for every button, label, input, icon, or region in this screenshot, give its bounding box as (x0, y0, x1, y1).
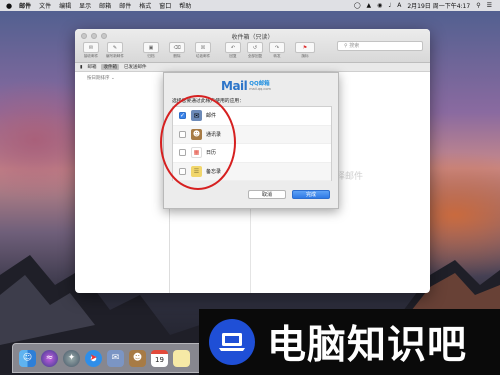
laptop-glyph (219, 333, 245, 351)
favorites-sent[interactable]: 已发送邮件 (124, 64, 147, 70)
menu-window[interactable]: 窗口 (159, 1, 171, 10)
delete-button[interactable]: ⌫ (169, 42, 185, 53)
reply-all-button[interactable]: ↺ (247, 42, 263, 53)
menu-edit[interactable]: 编辑 (59, 1, 71, 10)
contacts-dock-icon[interactable]: ☻ (129, 349, 146, 367)
menu-mailbox[interactable]: 邮箱 (99, 1, 111, 10)
menu-mail[interactable]: 邮件 (19, 1, 31, 10)
favorites-bar: ▮ 邮箱 收件箱 已发送邮件 (75, 63, 430, 72)
bluetooth-icon[interactable]: ▲ (367, 2, 372, 9)
chevron-down-icon: ⌄ (110, 76, 115, 81)
input-source-icon[interactable]: A (397, 2, 401, 9)
dock: ☺ ≈ ✦ ➤ ✉ ☻ 19 (12, 343, 208, 373)
launchpad-icon[interactable]: ✦ (63, 349, 80, 367)
trash-icon: ⌫ (173, 44, 181, 51)
reply-all-icon: ↺ (252, 44, 258, 51)
safari-icon[interactable]: ➤ (85, 349, 102, 367)
envelope-icon: ✉ (88, 44, 94, 51)
menu-view[interactable]: 显示 (79, 1, 91, 10)
reply-icon: ↶ (230, 44, 236, 51)
search-field-icon: ⚲ (344, 43, 348, 49)
wechat-icon[interactable]: ◯ (354, 2, 361, 9)
search-icon[interactable]: ⚲ (476, 2, 480, 9)
junk-button[interactable]: ☒ (195, 42, 211, 53)
cancel-button[interactable]: 取消 (248, 190, 286, 199)
menu-format[interactable]: 格式 (139, 1, 151, 10)
volume-icon[interactable]: ♩ (388, 2, 391, 9)
flag-icon: ⚑ (302, 44, 308, 51)
archive-label: 归档 (147, 54, 155, 58)
favorites-inbox[interactable]: 收件箱 (101, 64, 119, 70)
siri-icon[interactable]: ≈ (41, 349, 58, 367)
menu-bar: ● 邮件 文件 编辑 显示 邮箱 邮件 格式 窗口 帮助 ◯ ▲ ◉ ♩ A 2… (0, 0, 500, 11)
sidebar-toggle-icon[interactable]: ▮ (80, 65, 82, 70)
logo-url: mail.qq.com (249, 87, 271, 91)
reply-button[interactable]: ↶ (225, 42, 241, 53)
sort-control[interactable]: 按日期排序 ⌄ (75, 72, 169, 81)
wifi-icon[interactable]: ◉ (377, 2, 382, 9)
compose-button[interactable]: ✎ (107, 42, 123, 53)
calendar-day: 19 (155, 356, 164, 364)
flag-label: 旗标 (301, 54, 309, 58)
compose-icon: ✎ (112, 44, 118, 51)
status-area: ◯ ▲ ◉ ♩ A 2月19日 周一下午4:17 ⚲ ☰ (348, 1, 500, 10)
finder-icon[interactable]: ☺ (19, 349, 36, 367)
annotation-ellipse (160, 95, 236, 190)
compose-label: 编写新邮件 (106, 54, 124, 58)
logo-mark: Mail (221, 79, 248, 93)
favorites-mailboxes[interactable]: 邮箱 (87, 64, 96, 70)
junk-label: 垃圾邮件 (195, 54, 211, 58)
apple-icon[interactable]: ● (6, 2, 12, 10)
junk-icon: ☒ (200, 44, 206, 51)
qq-mail-logo: Mail QQ邮箱 mail.qq.com (221, 79, 271, 93)
notes-dock-icon[interactable] (173, 349, 190, 367)
menu-list-icon[interactable]: ☰ (487, 2, 492, 9)
forward-icon: ↷ (274, 44, 280, 51)
forward-button[interactable]: ↷ (269, 42, 285, 53)
window-titlebar: 收件箱（只读） ✉ 接收邮件 ✎ 编写新邮件 ▣ 归档 ⌫ 删除 ☒ 垃圾邮件 … (75, 29, 430, 63)
menu-help[interactable]: 帮助 (179, 1, 191, 10)
watermark-banner: 电脑知识吧 (199, 309, 500, 375)
delete-label: 删除 (173, 54, 181, 58)
clock[interactable]: 2月19日 周一下午4:17 (407, 1, 470, 10)
get-mail-button[interactable]: ✉ (83, 42, 99, 53)
search-field[interactable]: ⚲ 搜索 (337, 41, 423, 51)
search-placeholder: 搜索 (349, 43, 360, 49)
sort-label: 按日期排序 (87, 76, 110, 81)
archive-icon: ▣ (148, 44, 154, 51)
calendar-dock-icon[interactable]: 19 (151, 349, 168, 367)
forward-label: 转发 (273, 54, 281, 58)
mail-icon[interactable]: ✉ (107, 349, 124, 367)
laptop-icon (209, 319, 255, 365)
menu-message[interactable]: 邮件 (119, 1, 131, 10)
flag-button[interactable]: ⚑ (295, 42, 315, 53)
window-title: 收件箱（只读） (231, 34, 274, 41)
message-list[interactable]: 按日期排序 ⌄ (75, 72, 170, 293)
watermark-text: 电脑知识吧 (267, 323, 468, 368)
archive-button[interactable]: ▣ (143, 42, 159, 53)
done-button[interactable]: 完成 (292, 190, 330, 199)
logo-side: QQ邮箱 mail.qq.com (249, 81, 271, 91)
menu-file[interactable]: 文件 (39, 1, 51, 10)
